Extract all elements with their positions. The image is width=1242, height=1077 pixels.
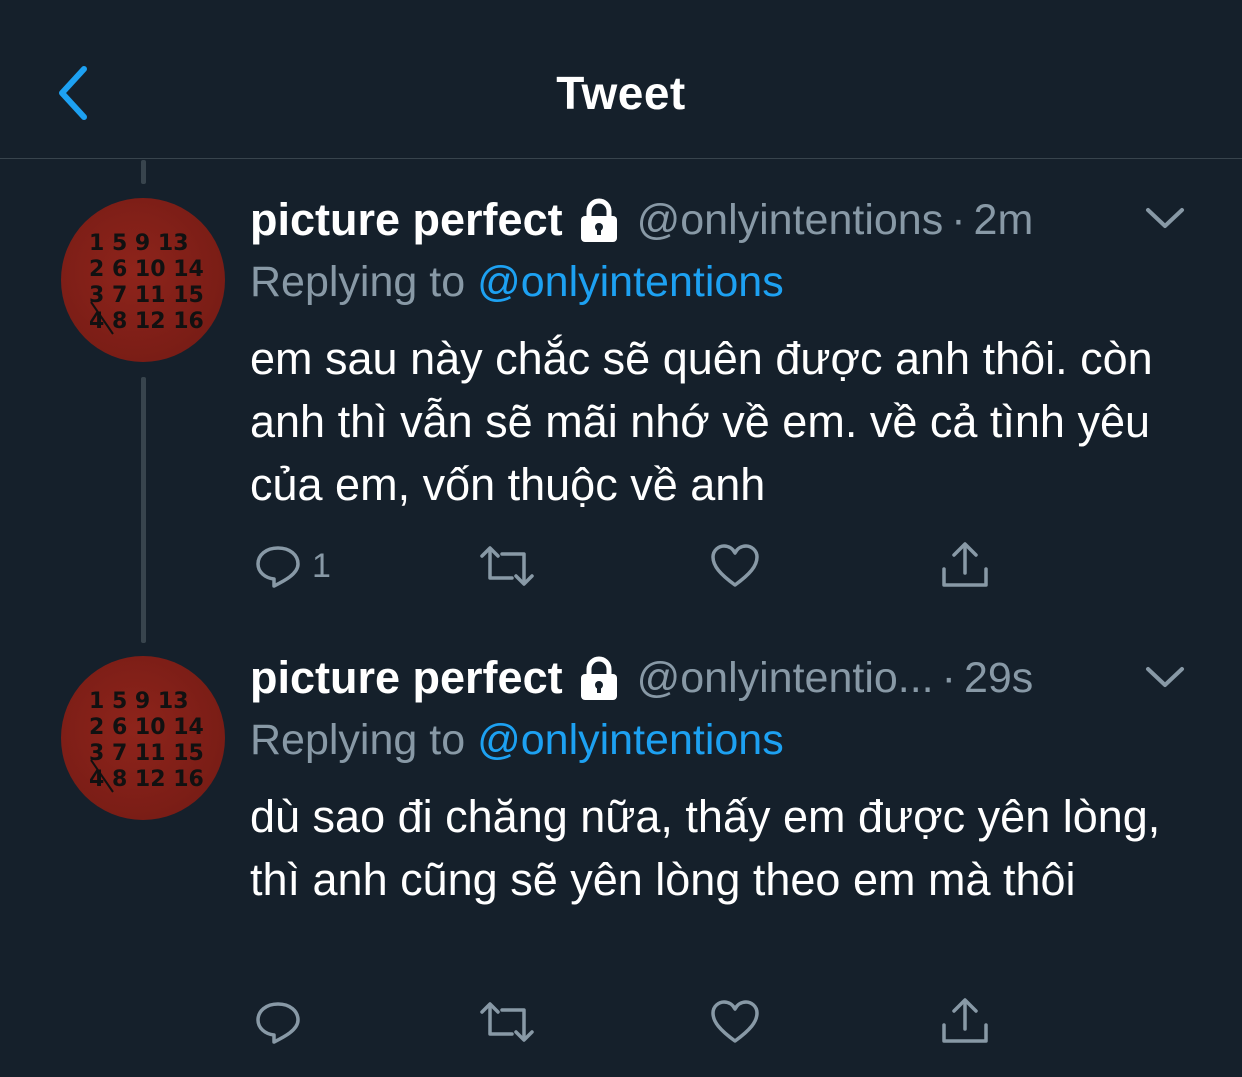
avatar-image: 1 5 9 13 2 6 10 14 3 7 11 15 4 8 12 16: [89, 689, 204, 793]
avatar-line-2: 2 6 10 14: [89, 715, 204, 740]
avatar-line-3: 3 7 11 15: [89, 741, 204, 766]
avatar-line-1: 1 5 9 13: [89, 689, 189, 714]
tweet-actions: [250, 992, 1210, 1052]
replying-to-mention[interactable]: @onlyintentions: [477, 716, 784, 764]
reply-button[interactable]: [254, 992, 312, 1052]
avatar-line-4: 4 8 12 16: [89, 767, 204, 792]
timestamp[interactable]: 29s: [964, 654, 1033, 703]
lock-icon: [580, 656, 617, 700]
replying-to-line: Replying to @onlyintentions: [250, 716, 784, 765]
reply-icon: [256, 1002, 300, 1044]
heart-icon: [711, 1000, 759, 1043]
chevron-down-icon: [1146, 667, 1184, 687]
tweet[interactable]: 1 5 9 13 2 6 10 14 3 7 11 15 4 8 12 16 p…: [0, 0, 1242, 1077]
share-button[interactable]: [940, 992, 990, 1052]
like-button[interactable]: [710, 992, 760, 1052]
user-handle[interactable]: @onlyintentio...: [637, 654, 934, 703]
separator-dot: ·: [941, 653, 956, 702]
tweet-header: picture perfect @onlyintentio... · 29s: [250, 648, 1130, 708]
display-name[interactable]: picture perfect: [250, 652, 563, 704]
avatar[interactable]: 1 5 9 13 2 6 10 14 3 7 11 15 4 8 12 16: [61, 656, 225, 820]
retweet-button[interactable]: [478, 992, 536, 1052]
retweet-icon: [480, 1002, 534, 1042]
replying-label: Replying to: [250, 716, 466, 764]
tweet-text: dù sao đi chăng nữa, thấy em được yên lò…: [250, 791, 1161, 905]
tweet-menu-button[interactable]: [1140, 657, 1190, 697]
share-icon: [942, 998, 988, 1043]
